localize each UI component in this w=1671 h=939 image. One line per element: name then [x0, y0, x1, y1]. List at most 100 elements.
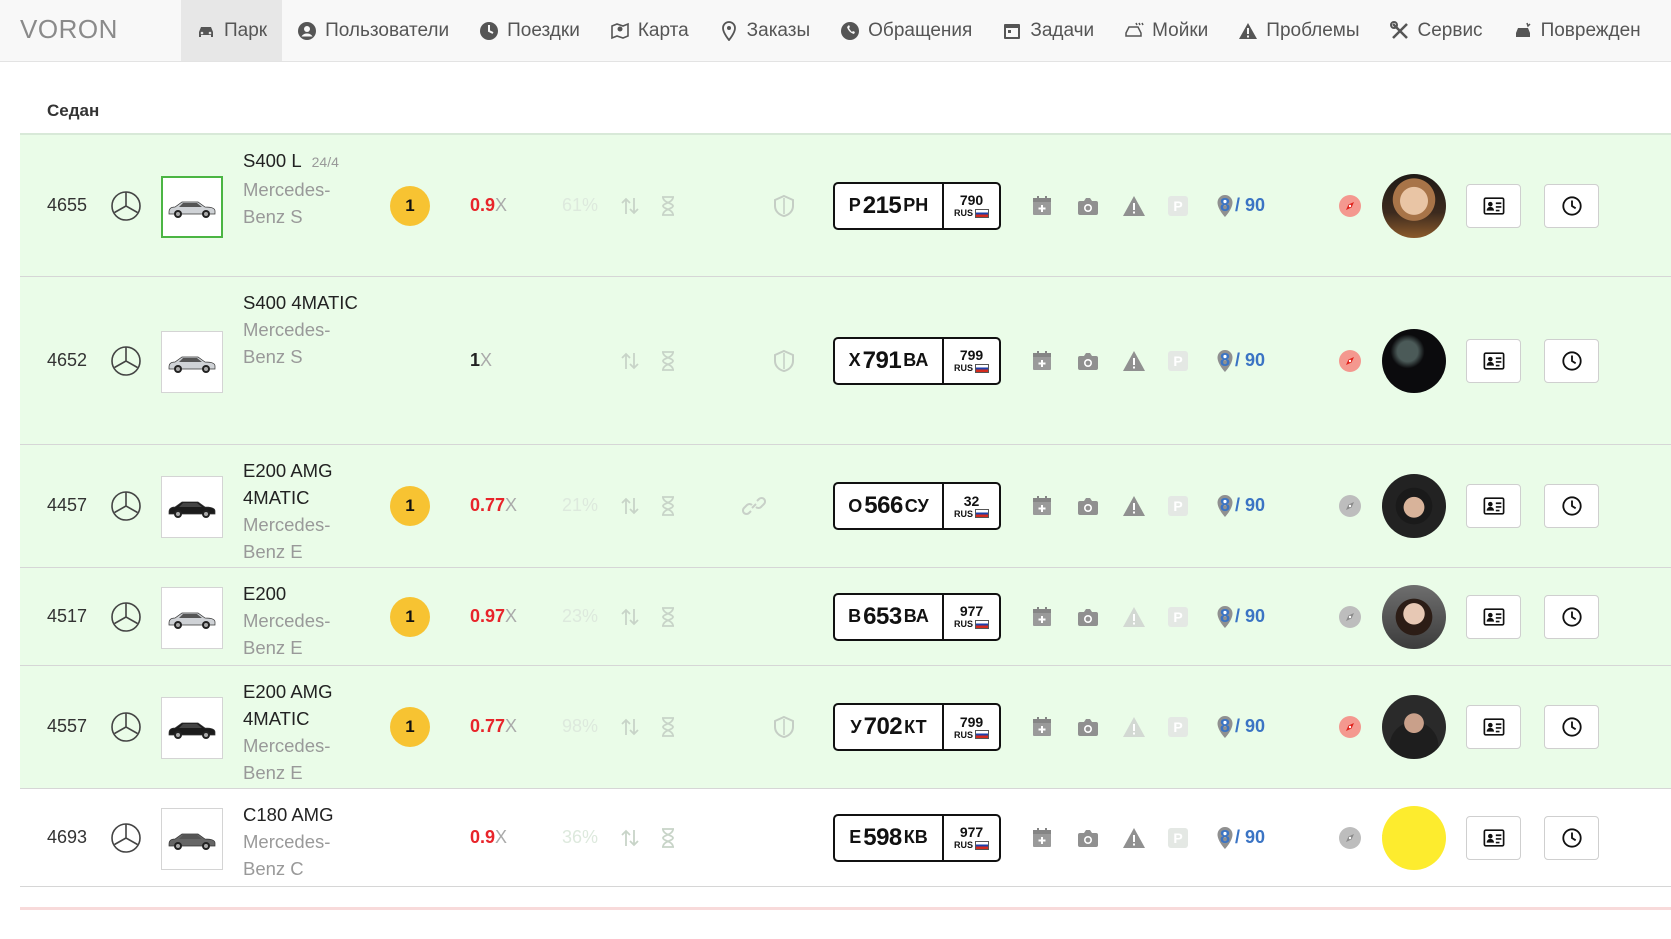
driver-avatar[interactable] [1382, 328, 1446, 393]
shield-icon[interactable] [772, 715, 796, 739]
camera-icon[interactable] [1076, 605, 1100, 629]
vehicle-row[interactable]: 4457 E200 AMG 4MATIC Mercedes-Benz E 1 0.77X… [20, 445, 1671, 568]
nav-item-8[interactable]: Проблемы [1223, 0, 1374, 61]
compass-icon[interactable] [1338, 826, 1362, 850]
parking-icon[interactable]: P [1166, 494, 1190, 518]
driver-avatar[interactable] [1382, 173, 1446, 238]
driver-card-button[interactable] [1466, 705, 1521, 749]
history-button[interactable] [1544, 815, 1599, 860]
model-name[interactable]: E200 Mercedes-Benz E [243, 580, 371, 661]
shield-icon[interactable] [772, 349, 796, 373]
swap-icon[interactable] [618, 194, 642, 218]
route-counter[interactable]: 8 / 90 [1220, 716, 1265, 737]
driver-card-button[interactable] [1466, 183, 1521, 228]
warning-icon[interactable] [1122, 349, 1146, 373]
calendar-add-icon[interactable] [1030, 194, 1054, 218]
driver-card-button[interactable] [1466, 484, 1521, 528]
nav-item-1[interactable]: Пользователи [282, 0, 464, 61]
shield-icon[interactable] [772, 194, 796, 218]
history-button[interactable] [1544, 594, 1599, 639]
car-photo[interactable] [161, 175, 223, 238]
model-name[interactable]: E200 AMG 4MATIC Mercedes-Benz E [243, 457, 371, 565]
history-button[interactable] [1544, 705, 1599, 749]
route-counter[interactable]: 8 / 90 [1220, 827, 1265, 848]
calendar-add-icon[interactable] [1030, 826, 1054, 850]
camera-icon[interactable] [1076, 826, 1100, 850]
driver-avatar[interactable] [1382, 695, 1446, 759]
model-name[interactable]: S400 L 24/4 Mercedes-Benz S [243, 147, 371, 230]
car-photo[interactable] [161, 586, 223, 649]
route-counter[interactable]: 8 / 90 [1220, 606, 1265, 627]
parking-icon[interactable]: P [1166, 349, 1190, 373]
parking-icon[interactable]: P [1166, 826, 1190, 850]
camera-icon[interactable] [1076, 349, 1100, 373]
brand-logo[interactable]: VORON [20, 0, 118, 58]
warning-icon[interactable] [1122, 715, 1146, 739]
vehicle-row[interactable]: 4655 S400 L 24/4 Mercedes-Benz S 1 0.9X 61% Р 21… [20, 135, 1671, 277]
nav-item-9[interactable]: Сервис [1375, 0, 1498, 61]
parking-icon[interactable]: P [1166, 715, 1190, 739]
car-photo[interactable] [161, 697, 223, 759]
car-photo[interactable] [161, 330, 223, 393]
warning-icon[interactable] [1122, 494, 1146, 518]
hourglass-icon[interactable] [656, 349, 680, 373]
swap-icon[interactable] [618, 605, 642, 629]
link-icon[interactable] [741, 494, 767, 518]
driver-avatar[interactable] [1382, 474, 1446, 538]
model-name[interactable]: E200 AMG 4MATIC Mercedes-Benz E [243, 678, 371, 786]
nav-item-10[interactable]: Поврежден [1498, 0, 1656, 61]
warning-icon[interactable] [1122, 605, 1146, 629]
vehicle-row[interactable]: 4693 C180 AMG Mercedes-Benz C 0.9X 36% Е 598 КВ… [20, 789, 1671, 887]
nav-item-6[interactable]: Задачи [987, 0, 1109, 61]
nav-item-3[interactable]: Карта [595, 0, 704, 61]
calendar-add-icon[interactable] [1030, 715, 1054, 739]
model-name[interactable]: S400 4MATIC Mercedes-Benz S [243, 289, 371, 370]
driver-card-button[interactable] [1466, 594, 1521, 639]
compass-icon[interactable] [1338, 494, 1362, 518]
calendar-add-icon[interactable] [1030, 349, 1054, 373]
car-photo[interactable] [161, 476, 223, 538]
history-button[interactable] [1544, 338, 1599, 383]
camera-icon[interactable] [1076, 494, 1100, 518]
history-button[interactable] [1544, 183, 1599, 228]
calendar-add-icon[interactable] [1030, 605, 1054, 629]
route-counter[interactable]: 8 / 90 [1220, 350, 1265, 371]
hourglass-icon[interactable] [656, 194, 680, 218]
driver-avatar[interactable] [1382, 805, 1446, 870]
swap-icon[interactable] [618, 715, 642, 739]
vehicle-row[interactable]: 4557 E200 AMG 4MATIC Mercedes-Benz E 1 0.77X… [20, 666, 1671, 789]
warning-icon[interactable] [1122, 194, 1146, 218]
route-counter[interactable]: 8 / 90 [1220, 495, 1265, 516]
nav-item-5[interactable]: Обращения [825, 0, 987, 61]
hourglass-icon[interactable] [656, 715, 680, 739]
parking-icon[interactable]: P [1166, 605, 1190, 629]
driver-card-button[interactable] [1466, 815, 1521, 860]
compass-icon[interactable] [1338, 349, 1362, 373]
camera-icon[interactable] [1076, 194, 1100, 218]
calendar-add-icon[interactable] [1030, 494, 1054, 518]
car-photo[interactable] [161, 807, 223, 870]
vehicle-row[interactable]: 4652 S400 4MATIC Mercedes-Benz S 1X Х 791 ВА 79… [20, 277, 1671, 445]
hourglass-icon[interactable] [656, 826, 680, 850]
vehicle-row[interactable]: 4517 E200 Mercedes-Benz E 1 0.97X 23% В 653 ВА 97… [20, 568, 1671, 666]
hourglass-icon[interactable] [656, 494, 680, 518]
history-button[interactable] [1544, 484, 1599, 528]
nav-item-2[interactable]: Поездки [464, 0, 595, 61]
compass-icon[interactable] [1338, 194, 1362, 218]
nav-item-7[interactable]: Мойки [1109, 0, 1223, 61]
swap-icon[interactable] [618, 494, 642, 518]
nav-item-0[interactable]: Парк [181, 0, 283, 61]
warning-icon[interactable] [1122, 826, 1146, 850]
swap-icon[interactable] [618, 349, 642, 373]
driver-avatar[interactable] [1382, 584, 1446, 649]
hourglass-icon[interactable] [656, 605, 680, 629]
route-counter[interactable]: 8 / 90 [1220, 195, 1265, 216]
parking-icon[interactable]: P [1166, 194, 1190, 218]
nav-item-4[interactable]: Заказы [704, 0, 826, 61]
driver-card-button[interactable] [1466, 338, 1521, 383]
compass-icon[interactable] [1338, 715, 1362, 739]
camera-icon[interactable] [1076, 715, 1100, 739]
swap-icon[interactable] [618, 826, 642, 850]
model-name[interactable]: C180 AMG Mercedes-Benz C [243, 801, 371, 882]
compass-icon[interactable] [1338, 605, 1362, 629]
